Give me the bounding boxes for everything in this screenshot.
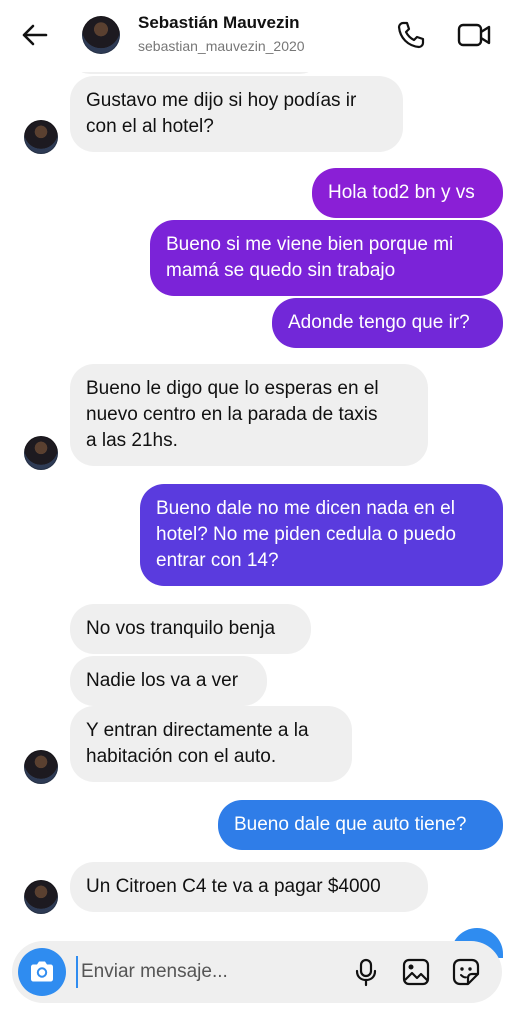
back-button[interactable] xyxy=(18,18,52,52)
sender-avatar[interactable] xyxy=(24,436,58,470)
chat-header: Sebastián Mauvezin sebastian_mauvezin_20… xyxy=(0,0,513,72)
voice-call-button[interactable] xyxy=(394,18,428,52)
message-composer xyxy=(12,941,502,1003)
sender-avatar[interactable] xyxy=(24,880,58,914)
video-call-button[interactable] xyxy=(455,18,493,52)
message-incoming[interactable]: Bueno le digo que lo esperas en el nuevo… xyxy=(70,364,428,466)
sticker-button[interactable] xyxy=(450,956,482,988)
sender-avatar[interactable] xyxy=(24,750,58,784)
contact-username[interactable]: sebastian_mauvezin_2020 xyxy=(138,38,305,54)
image-icon xyxy=(402,958,430,986)
phone-icon xyxy=(397,21,425,49)
message-incoming[interactable]: No vos tranquilo benja xyxy=(70,604,311,654)
message-outgoing[interactable]: Adonde tengo que ir? xyxy=(272,298,503,348)
sticker-icon xyxy=(452,958,480,986)
message-incoming[interactable]: Nadie los va a ver xyxy=(70,656,267,706)
message-incoming[interactable]: Un Citroen C4 te va a pagar $4000 xyxy=(70,862,428,912)
message-outgoing[interactable]: Bueno dale no me dicen nada en el hotel?… xyxy=(140,484,503,586)
message-outgoing[interactable]: Bueno dale que auto tiene? xyxy=(218,800,503,850)
message-input[interactable] xyxy=(76,956,326,988)
voice-message-button[interactable] xyxy=(350,956,382,988)
arrow-left-icon xyxy=(22,24,48,46)
contact-name[interactable]: Sebastián Mauvezin xyxy=(138,13,300,33)
camera-icon xyxy=(31,961,53,982)
microphone-icon xyxy=(355,958,377,987)
video-camera-icon xyxy=(457,23,491,47)
message-incoming[interactable]: Y entran directamente a la habitación co… xyxy=(70,706,352,782)
gallery-button[interactable] xyxy=(400,956,432,988)
message-outgoing[interactable]: Hola tod2 bn y vs xyxy=(312,168,503,218)
message-outgoing[interactable]: Bueno si me viene bien porque mi mamá se… xyxy=(150,220,503,296)
contact-avatar[interactable] xyxy=(82,16,120,54)
sender-avatar[interactable] xyxy=(24,120,58,154)
camera-button[interactable] xyxy=(18,948,66,996)
message-incoming[interactable]: Gustavo me dijo si hoy podías ir con el … xyxy=(70,76,403,152)
